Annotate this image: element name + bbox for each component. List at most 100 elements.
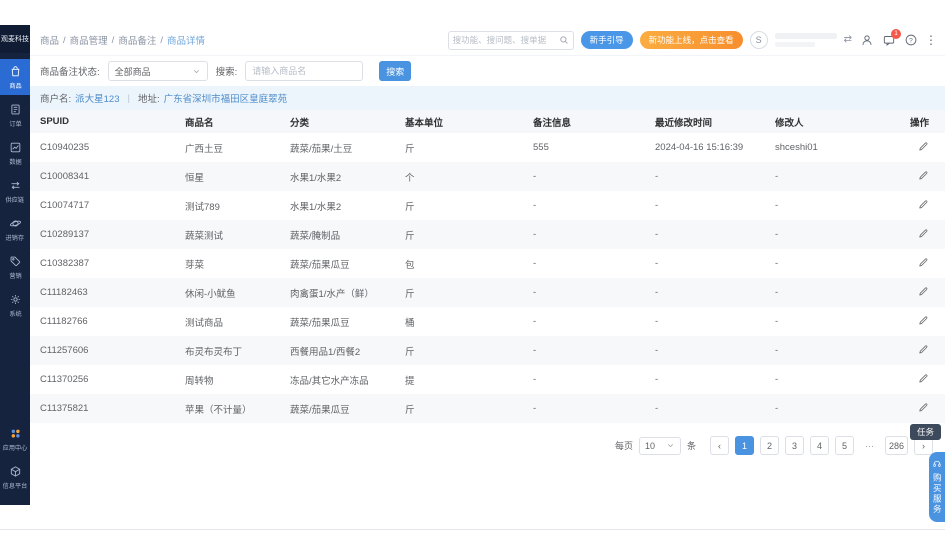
cell-category: 蔬菜/茄果瓜豆 (290, 259, 350, 271)
support-icon[interactable] (859, 33, 874, 48)
breadcrumb-item-goods-note[interactable]: 商品备注 (118, 33, 156, 47)
merchant-divider: | (127, 92, 130, 104)
sidebar-item-info-platform[interactable]: 信息平台 (0, 459, 30, 495)
supply-chain-icon (11, 181, 19, 189)
cell-unit: 桶 (405, 317, 415, 329)
goods-bag-icon (11, 65, 19, 76)
merchant-name-link[interactable]: 派大星123 (75, 91, 119, 105)
cell-action (895, 394, 945, 423)
col-modified: 最近修改时间 (645, 110, 765, 133)
edit-icon[interactable] (918, 315, 929, 326)
sidebar-item-inventory[interactable]: 进销存 (0, 211, 30, 247)
page-button-4[interactable]: 4 (809, 436, 829, 455)
status-filter-label: 商品备注状态: (40, 67, 100, 78)
per-page-select[interactable]: 10 (638, 436, 681, 455)
task-tab[interactable]: 任务 (909, 424, 941, 440)
sidebar-item-goods[interactable]: 商品 (0, 59, 30, 95)
breadcrumb-separator: / (160, 34, 163, 46)
sidebar-item-marketing[interactable]: 营销 (0, 249, 30, 285)
cell-action (895, 220, 945, 249)
cell-category: 肉禽蛋1/水产（鲜） (290, 288, 374, 300)
service-button-label: 购买服务 (932, 473, 943, 515)
page-button-last[interactable]: 286 (884, 436, 908, 455)
sidebar-item-data[interactable]: 数据 (0, 135, 30, 171)
edit-icon[interactable] (918, 286, 929, 297)
avatar[interactable]: S (749, 31, 768, 49)
cell-modified: - (655, 287, 659, 298)
headset-icon (933, 460, 941, 467)
prev-page-button[interactable]: ‹ (709, 436, 729, 455)
cell-modifier: shceshi01 (775, 142, 818, 153)
edit-icon[interactable] (918, 257, 929, 268)
cell-modified: - (655, 403, 659, 414)
page-button-1[interactable]: 1 (734, 436, 754, 455)
service-button[interactable]: 购买服务 (929, 452, 945, 522)
merchant-address-label: 地址: (137, 94, 160, 105)
page-button-5[interactable]: 5 (834, 436, 854, 455)
message-icon[interactable]: 1 (881, 28, 901, 48)
cell-action (895, 278, 945, 307)
status-select[interactable]: 全部商品 (107, 61, 208, 81)
switch-account-icon[interactable]: ⇄ (844, 35, 852, 45)
edit-icon[interactable] (918, 373, 929, 384)
global-search-input[interactable] (448, 35, 559, 45)
goods-note-table: SPUID 商品名 分类 基本单位 备注信息 最近修改时间 修改人 操作 C10… (30, 110, 945, 423)
table-row: C11182766 测试商品 蔬菜/茄果瓜豆 桶 - - - (30, 307, 945, 336)
sidebar-item-supply-chain[interactable]: 供应链 (0, 173, 30, 209)
cell-note: - (533, 200, 537, 211)
topbar: 商品 / 商品管理 / 商品备注 / 商品详情 新手引导 新功能上线，点击查看 … (30, 25, 945, 56)
cell-category: 西餐用品1/西餐2 (290, 346, 361, 358)
per-page-label: 每页 (614, 441, 633, 451)
cell-modifier: - (775, 171, 779, 182)
edit-icon[interactable] (918, 141, 929, 152)
page-button-2[interactable]: 2 (759, 436, 779, 455)
sidebar-item-system[interactable]: 系统 (0, 287, 30, 323)
help-icon[interactable]: ? (903, 33, 918, 48)
page: 观麦科技 商品 订单 数据 供应链 进销存 营销 系统 应用中心 信息平台 商品… (0, 0, 945, 544)
edit-icon[interactable] (918, 228, 929, 239)
global-search (447, 30, 574, 50)
cell-note: - (533, 229, 537, 240)
edit-icon[interactable] (918, 344, 929, 355)
table-row: C10289137 蔬菜测试 蔬菜/腌制品 斤 - - - (30, 220, 945, 249)
cell-category: 水果1/水果2 (290, 172, 342, 184)
merchant-address-link[interactable]: 广东省深圳市福田区皇庭翠苑 (164, 91, 288, 105)
search-button[interactable]: 搜索 (379, 61, 412, 81)
guide-button[interactable]: 新手引导 (580, 31, 633, 49)
product-search-input[interactable] (245, 61, 364, 81)
sidebar-item-label: 信息平台 (2, 482, 28, 490)
pager: ‹ 12345 ··· 286 › (709, 436, 933, 455)
cell-unit: 斤 (405, 288, 415, 300)
order-icon (10, 104, 20, 114)
window-bottom-divider (0, 529, 945, 530)
system-gear-icon (10, 294, 20, 304)
page-button-3[interactable]: 3 (784, 436, 804, 455)
inventory-icon (9, 219, 21, 227)
cell-modifier: - (775, 258, 779, 269)
cell-note: - (533, 316, 537, 327)
col-action: 操作 (895, 110, 945, 133)
per-page-unit-label: 条 (686, 441, 696, 451)
cell-category: 蔬菜/茄果瓜豆 (290, 404, 350, 416)
promo-button[interactable]: 新功能上线，点击查看 (639, 31, 743, 49)
cell-unit: 包 (405, 259, 415, 271)
cell-category: 蔬菜/茄果/土豆 (290, 143, 353, 155)
sidebar-item-label: 订单 (8, 120, 22, 128)
cell-action (895, 133, 945, 162)
cell-name: 休闲-小鱿鱼 (185, 288, 236, 300)
filter-bar: 商品备注状态: 全部商品 搜索: 搜索 (30, 56, 945, 86)
breadcrumb-item-goods[interactable]: 商品 (40, 33, 59, 47)
edit-icon[interactable] (918, 199, 929, 210)
sidebar-item-app-center[interactable]: 应用中心 (0, 421, 30, 457)
breadcrumb-item-goods-manage[interactable]: 商品管理 (70, 33, 108, 47)
sidebar-item-label: 营销 (8, 272, 22, 280)
sidebar-item-orders[interactable]: 订单 (0, 97, 30, 133)
app-logo: 观麦科技 (0, 25, 30, 53)
cell-note: - (533, 403, 537, 414)
marketing-tag-icon (10, 256, 20, 266)
edit-icon[interactable] (918, 402, 929, 413)
col-note: 备注信息 (523, 110, 645, 133)
sidebar-item-label: 进销存 (5, 234, 25, 242)
edit-icon[interactable] (918, 170, 929, 181)
more-menu-icon[interactable]: ⋮ (925, 33, 937, 47)
